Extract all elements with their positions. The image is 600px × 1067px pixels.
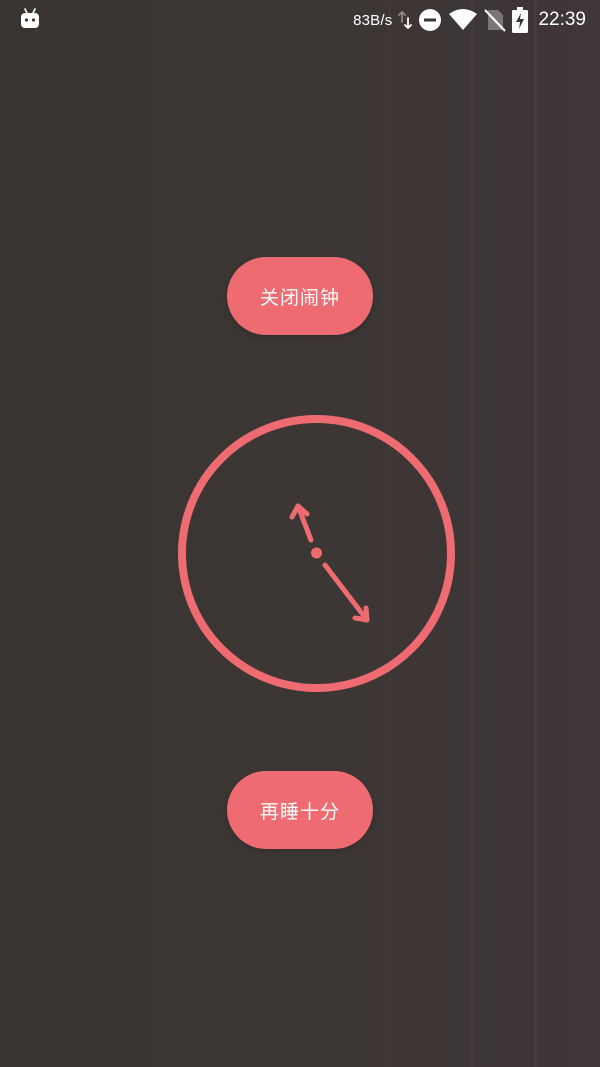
hour-hand — [289, 503, 314, 543]
no-sim-icon — [484, 8, 507, 32]
status-icons: 83B/s 22:39 — [353, 0, 586, 40]
snooze-button[interactable]: 再睡十分 — [227, 771, 373, 849]
android-robot-icon — [21, 8, 39, 28]
net-speed-text: 83B/s — [353, 11, 393, 29]
wifi-icon — [448, 9, 478, 31]
dismiss-alarm-button[interactable]: 关闭闹钟 — [227, 257, 373, 335]
do-not-disturb-icon — [418, 8, 442, 32]
data-transfer-icon — [398, 10, 413, 30]
battery-charging-icon — [512, 7, 529, 33]
clock-face — [178, 415, 455, 692]
minute-hand — [322, 562, 370, 623]
status-time: 22:39 — [538, 9, 586, 30]
status-bar: 83B/s 22:39 — [0, 0, 600, 40]
clock-center-dot — [311, 547, 322, 559]
